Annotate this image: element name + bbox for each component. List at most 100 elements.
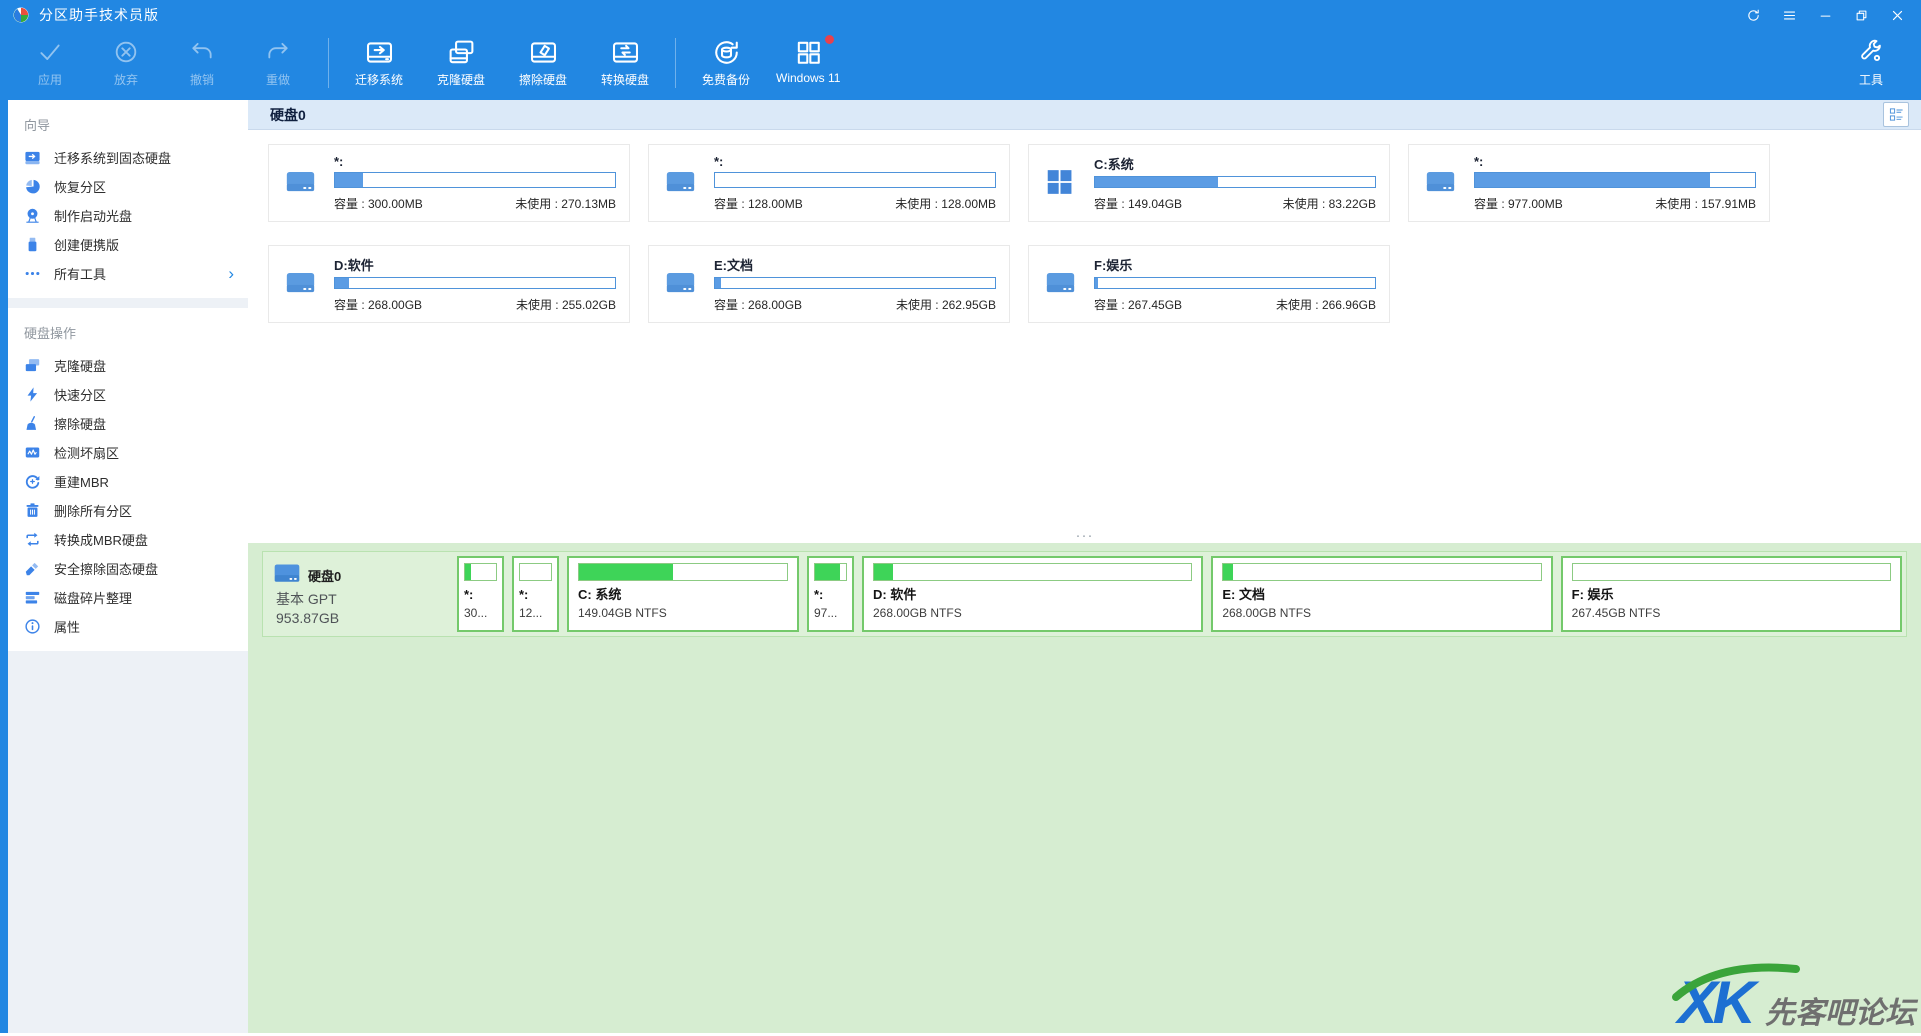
refresh-button[interactable] bbox=[1735, 1, 1771, 29]
convert-icon bbox=[24, 531, 42, 549]
disk-icon bbox=[273, 562, 301, 588]
partition-size: 30... bbox=[464, 606, 497, 620]
main-panel: 硬盘0 *:容量 : 300.00MB未使用 : 270.13MB*:容量 : … bbox=[248, 100, 1921, 1033]
diskmap-partition[interactable]: *:97... bbox=[807, 556, 854, 632]
watermark-logo: XK bbox=[1678, 973, 1751, 1033]
watermark-swoosh bbox=[1670, 961, 1800, 1001]
windows11-icon bbox=[794, 37, 823, 67]
toolbar-disk-convert-button[interactable]: 转换硬盘 bbox=[587, 32, 663, 88]
diskmap-partition[interactable]: D: 软件268.00GB NTFS bbox=[862, 556, 1203, 632]
usage-bar-fill bbox=[335, 278, 349, 288]
toolbar-button-label: 工具 bbox=[1859, 71, 1883, 88]
view-mode-button[interactable] bbox=[1883, 102, 1909, 127]
sidebar-item-pie[interactable]: 恢复分区 bbox=[8, 172, 248, 201]
toolbar-disk-erase-button[interactable]: 擦除硬盘 bbox=[505, 32, 581, 88]
dots-icon bbox=[24, 265, 42, 283]
toolbar-disk-clone-button[interactable]: 克隆硬盘 bbox=[423, 32, 499, 88]
toolbar: 应用放弃撤销重做 迁移系统克隆硬盘擦除硬盘转换硬盘 免费备份 Windows 11… bbox=[0, 30, 1921, 100]
toolbar-windows11-button[interactable]: Windows 11 bbox=[770, 32, 846, 88]
window-controls bbox=[1735, 1, 1915, 29]
capacity-label: 容量 : 977.00MB bbox=[1474, 195, 1563, 212]
minimize-button[interactable] bbox=[1807, 1, 1843, 29]
disk-convert-icon bbox=[611, 37, 640, 67]
toolbar-undo-button[interactable]: 撤销 bbox=[164, 32, 240, 88]
info-icon bbox=[24, 618, 42, 636]
sidebar-item-label: 创建便携版 bbox=[54, 235, 119, 254]
toolbar-discard-button[interactable]: 放弃 bbox=[88, 32, 164, 88]
usage-bar-fill bbox=[1475, 173, 1710, 187]
toolbar-button-label: Windows 11 bbox=[776, 71, 840, 85]
sidebar-item-trash[interactable]: 删除所有分区 bbox=[8, 496, 248, 525]
partition-name: *: bbox=[464, 585, 497, 606]
partition-card[interactable]: *:容量 : 128.00MB未使用 : 128.00MB bbox=[648, 144, 1010, 222]
usage-bar bbox=[1572, 563, 1891, 581]
sidebar-item-label: 克隆硬盘 bbox=[54, 356, 106, 375]
toolbar-tools-button[interactable]: 工具 bbox=[1833, 32, 1909, 88]
usage-bar bbox=[578, 563, 788, 581]
toolbar-backup-button[interactable]: 免费备份 bbox=[688, 32, 764, 88]
sidebar-item-secure-erase[interactable]: 安全擦除固态硬盘 bbox=[8, 554, 248, 583]
disk-name: 硬盘0 bbox=[308, 566, 341, 585]
partition-name: C: 系统 bbox=[578, 585, 788, 606]
lightning-icon bbox=[24, 386, 42, 404]
partition-size: 12... bbox=[519, 606, 552, 620]
sidebar-item-label: 快速分区 bbox=[54, 385, 106, 404]
partition-name: E: 文档 bbox=[1222, 585, 1541, 606]
sidebar-item-clone[interactable]: 克隆硬盘 bbox=[8, 351, 248, 380]
menu-button[interactable] bbox=[1771, 1, 1807, 29]
defrag-icon bbox=[24, 589, 42, 607]
diskmap-partition[interactable]: *:30... bbox=[457, 556, 504, 632]
sidebar-item-label: 制作启动光盘 bbox=[54, 206, 132, 225]
diskmap-partition[interactable]: E: 文档268.00GB NTFS bbox=[1211, 556, 1552, 632]
toolbar-redo-button[interactable]: 重做 bbox=[240, 32, 316, 88]
partition-card[interactable]: *:容量 : 300.00MB未使用 : 270.13MB bbox=[268, 144, 630, 222]
sidebar-item-bad-sector[interactable]: 检测坏扇区 bbox=[8, 438, 248, 467]
partition-card-body: E:文档容量 : 268.00GB未使用 : 262.95GB bbox=[714, 255, 996, 313]
disk-clone-icon bbox=[447, 37, 476, 67]
capacity-label: 容量 : 268.00GB bbox=[334, 296, 422, 313]
sidebar-item-rebuild[interactable]: 重建MBR bbox=[8, 467, 248, 496]
partition-card[interactable]: F:娱乐容量 : 267.45GB未使用 : 266.96GB bbox=[1028, 245, 1390, 323]
sidebar-item-usb[interactable]: 创建便携版 bbox=[8, 230, 248, 259]
diskmap-partition[interactable]: C: 系统149.04GB NTFS bbox=[567, 556, 799, 632]
rebuild-icon bbox=[24, 473, 42, 491]
partition-name: *: bbox=[1474, 154, 1756, 169]
sidebar-item-migrate-ssd[interactable]: 迁移系统到固态硬盘 bbox=[8, 143, 248, 172]
bad-sector-icon bbox=[24, 444, 42, 462]
diskmap-partition[interactable]: F: 娱乐267.45GB NTFS bbox=[1561, 556, 1902, 632]
partition-name: *: bbox=[334, 154, 616, 169]
partition-card[interactable]: E:文档容量 : 268.00GB未使用 : 262.95GB bbox=[648, 245, 1010, 323]
partition-card[interactable]: *:容量 : 977.00MB未使用 : 157.91MB bbox=[1408, 144, 1770, 222]
usage-bar bbox=[714, 277, 996, 289]
sidebar-item-defrag[interactable]: 磁盘碎片整理 bbox=[8, 583, 248, 612]
panel-splitter[interactable]: ··· bbox=[248, 528, 1921, 543]
sidebar-item-disc[interactable]: 制作启动光盘 bbox=[8, 201, 248, 230]
toolbar-button-label: 免费备份 bbox=[702, 71, 750, 88]
disk-erase-icon bbox=[529, 37, 558, 67]
maximize-button[interactable] bbox=[1843, 1, 1879, 29]
partition-card-body: *:容量 : 977.00MB未使用 : 157.91MB bbox=[1474, 154, 1756, 212]
partition-name: D:软件 bbox=[334, 255, 616, 274]
toolbar-apply-button[interactable]: 应用 bbox=[12, 32, 88, 88]
sidebar-item-lightning[interactable]: 快速分区 bbox=[8, 380, 248, 409]
toolbar-disk-migrate-button[interactable]: 迁移系统 bbox=[341, 32, 417, 88]
sidebar-item-info[interactable]: 属性 bbox=[8, 612, 248, 641]
partition-size: 97... bbox=[814, 606, 847, 620]
partition-size: 267.45GB NTFS bbox=[1572, 606, 1891, 620]
close-button[interactable] bbox=[1879, 1, 1915, 29]
diskmap-partition[interactable]: *:12... bbox=[512, 556, 559, 632]
sidebar-item-broom[interactable]: 擦除硬盘 bbox=[8, 409, 248, 438]
disk-info-block[interactable]: 硬盘0 基本 GPT 953.87GB bbox=[267, 556, 449, 632]
disk-icon bbox=[1425, 169, 1461, 212]
sidebar-item-dots[interactable]: 所有工具› bbox=[8, 259, 248, 288]
usage-bar bbox=[814, 563, 847, 581]
sidebar-item-convert[interactable]: 转换成MBR硬盘 bbox=[8, 525, 248, 554]
toolbar-button-label: 重做 bbox=[266, 71, 290, 88]
disk-icon bbox=[665, 169, 701, 212]
toolbar-button-label: 转换硬盘 bbox=[601, 71, 649, 88]
partition-card-body: *:容量 : 300.00MB未使用 : 270.13MB bbox=[334, 154, 616, 212]
usage-bar bbox=[1222, 563, 1541, 581]
usage-bar-fill bbox=[1095, 177, 1218, 187]
partition-card[interactable]: D:软件容量 : 268.00GB未使用 : 255.02GB bbox=[268, 245, 630, 323]
partition-card[interactable]: C:系统容量 : 149.04GB未使用 : 83.22GB bbox=[1028, 144, 1390, 222]
